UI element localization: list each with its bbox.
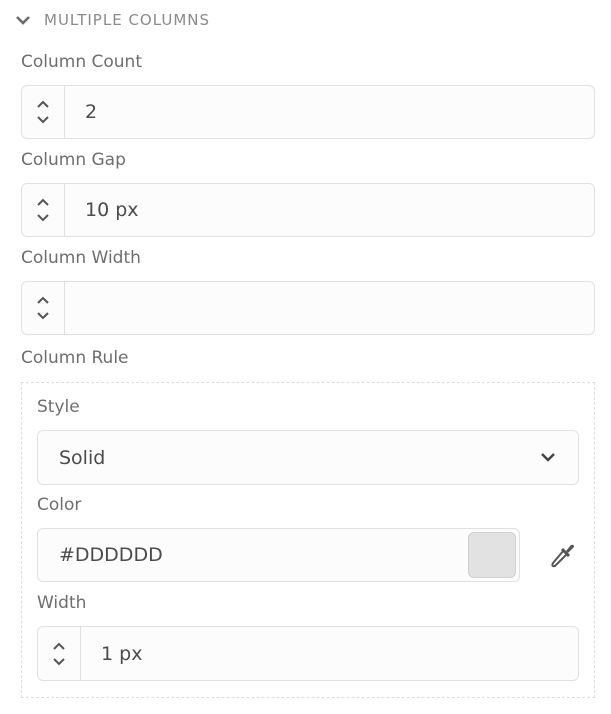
rule-width-value: 1 px [101, 642, 143, 665]
chevron-down-icon[interactable] [36, 115, 50, 124]
rule-width-stepper[interactable] [38, 627, 81, 680]
column-width-label: Column Width [21, 248, 141, 268]
color-swatch[interactable] [468, 532, 516, 578]
column-count-label: Column Count [21, 52, 142, 72]
style-value: Solid [59, 446, 106, 469]
column-gap-label: Column Gap [21, 150, 126, 170]
column-count-field[interactable]: 2 [21, 85, 595, 139]
chevron-down-icon [16, 16, 30, 25]
chevron-up-icon[interactable] [36, 198, 50, 207]
chevron-up-icon[interactable] [52, 642, 66, 651]
chevron-up-icon[interactable] [36, 100, 50, 109]
column-width-field[interactable] [21, 281, 595, 335]
column-count-value: 2 [85, 101, 98, 123]
chevron-down-icon[interactable] [36, 213, 50, 222]
style-label: Style [37, 397, 80, 417]
chevron-down-icon[interactable] [36, 311, 50, 320]
column-width-stepper[interactable] [22, 282, 65, 334]
chevron-up-icon[interactable] [36, 296, 50, 305]
eyedropper-icon[interactable] [548, 540, 578, 570]
color-value: #DDDDDD [59, 544, 163, 566]
column-gap-field[interactable]: 10 px [21, 183, 595, 237]
section-header[interactable]: MULTIPLE COLUMNS [14, 8, 210, 32]
column-count-stepper[interactable] [22, 86, 65, 138]
rule-width-field[interactable]: 1 px [37, 626, 579, 681]
color-label: Color [37, 495, 82, 515]
width-label: Width [37, 593, 87, 613]
column-rule-label: Column Rule [21, 348, 129, 368]
chevron-down-icon [541, 453, 555, 462]
column-gap-stepper[interactable] [22, 184, 65, 236]
style-select[interactable]: Solid [37, 430, 579, 485]
column-gap-value: 10 px [85, 199, 139, 221]
section-title: MULTIPLE COLUMNS [44, 11, 210, 29]
chevron-down-icon[interactable] [52, 657, 66, 666]
color-field[interactable]: #DDDDDD [37, 528, 520, 582]
